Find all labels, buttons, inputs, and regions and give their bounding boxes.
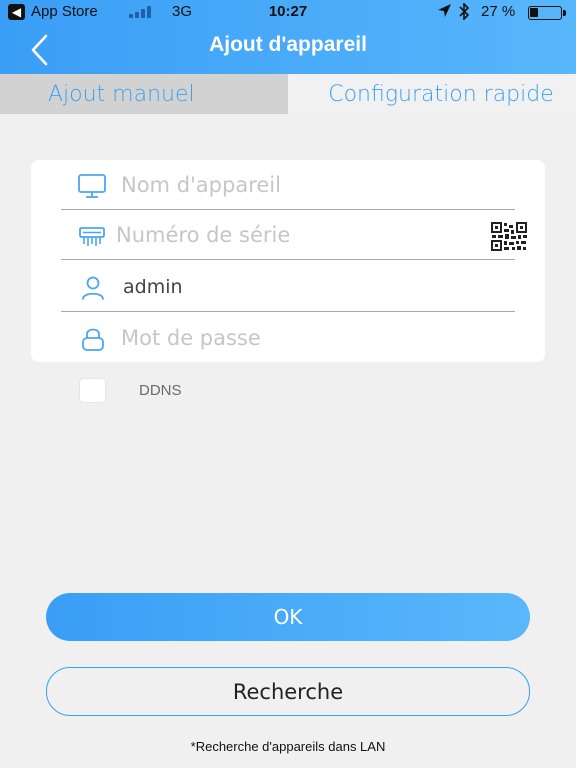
divider: [61, 259, 515, 260]
device-name-input[interactable]: [121, 168, 451, 202]
page-title: Ajout d'appareil: [209, 33, 367, 56]
password-input[interactable]: [121, 321, 451, 355]
qr-code-icon: [491, 222, 527, 251]
monitor-icon: [77, 172, 107, 200]
battery-fill: [530, 8, 538, 17]
serial-number-input[interactable]: [116, 218, 446, 252]
ddns-checkbox[interactable]: [79, 378, 106, 403]
battery-percent: 27 %: [481, 3, 516, 20]
device-form-card: [31, 160, 545, 362]
add-device-screen: ◀ App Store 3G 10:27 27 % Ajout d'appare…: [0, 0, 576, 768]
lock-icon: [79, 325, 109, 353]
device-name-row: [61, 160, 515, 210]
username-row: [61, 262, 515, 312]
divider: [61, 311, 515, 312]
lan-search-footnote: *Recherche d'appareils dans LAN: [190, 739, 386, 754]
mode-tabs: Ajout manuel Configuration rapide: [0, 74, 576, 114]
tab-quick-config[interactable]: Configuration rapide: [288, 74, 576, 114]
password-row: [61, 313, 515, 362]
header: ◀ App Store 3G 10:27 27 % Ajout d'appare…: [0, 0, 576, 74]
battery-icon: [528, 6, 566, 20]
username-input[interactable]: [123, 270, 453, 304]
device-icon: [77, 222, 107, 250]
ddns-label: DDNS: [139, 382, 182, 399]
serial-number-row: [61, 210, 527, 260]
ok-button[interactable]: OK: [46, 593, 530, 641]
qr-scan-button[interactable]: [491, 222, 529, 252]
status-bar: ◀ App Store 3G 10:27 27 %: [0, 0, 576, 26]
location-arrow-icon: [437, 3, 452, 23]
tab-manual-add[interactable]: Ajout manuel: [0, 74, 288, 114]
user-icon: [79, 274, 109, 302]
bluetooth-icon: [458, 2, 470, 24]
search-button[interactable]: Recherche: [46, 667, 530, 716]
